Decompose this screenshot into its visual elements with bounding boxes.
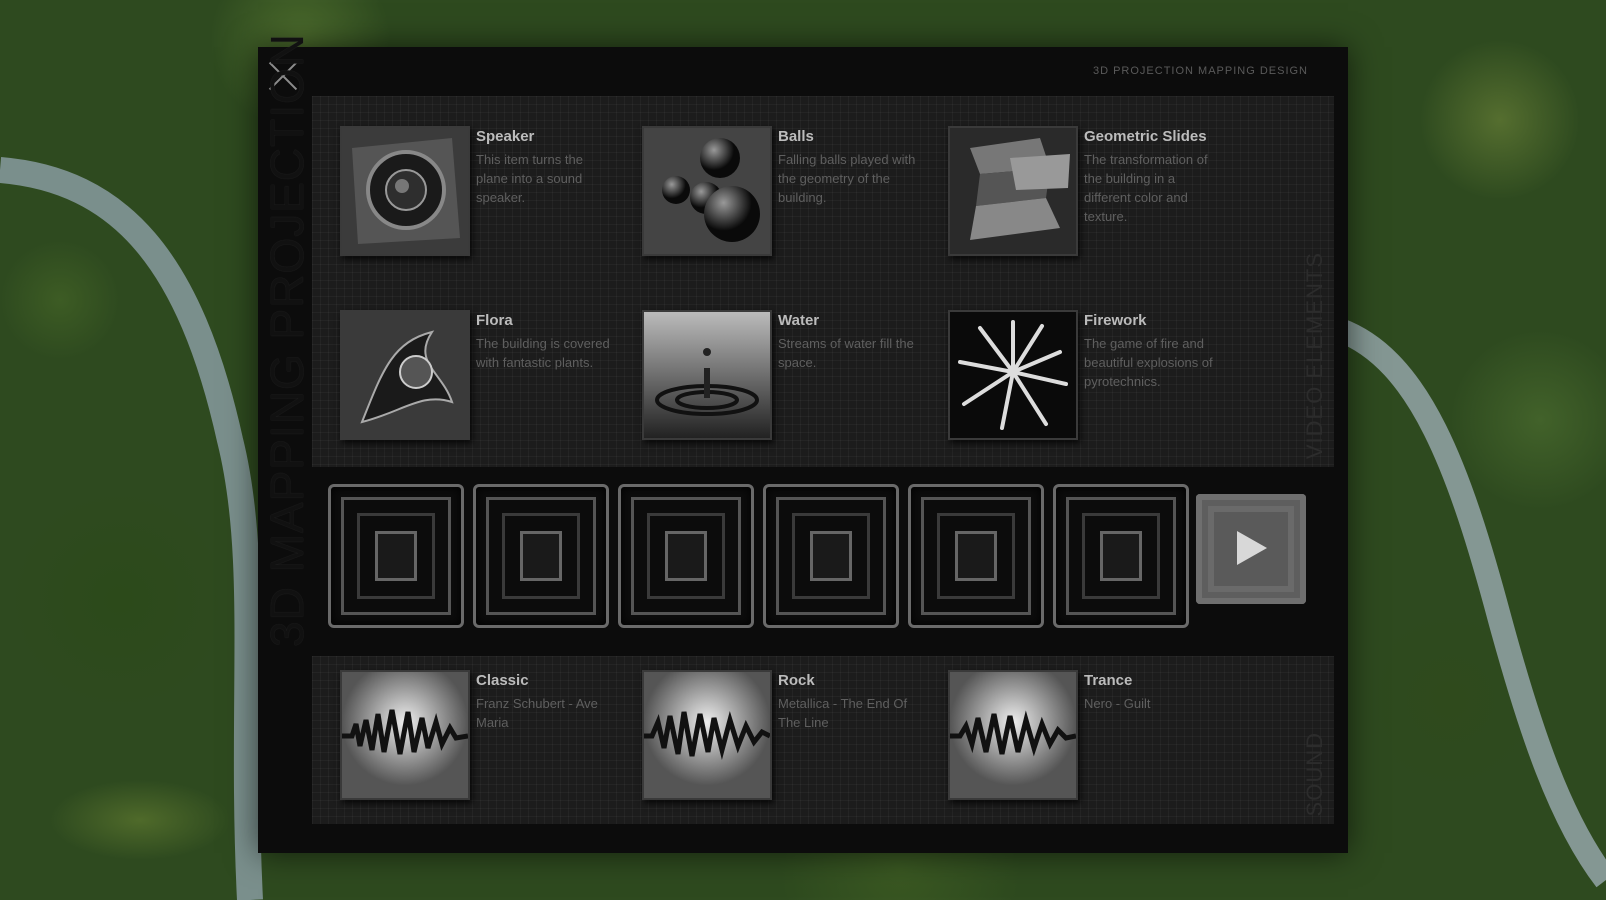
item-desc: Nero - Guilt	[1084, 696, 1151, 711]
timeline-slot[interactable]	[618, 484, 754, 628]
timeline-slot[interactable]	[908, 484, 1044, 628]
item-desc: The building is covered with fantastic p…	[476, 336, 610, 370]
item-desc: Franz Schubert - Ave Maria	[476, 696, 598, 730]
item-desc: Streams of water fill the space.	[778, 336, 914, 370]
item-desc: The game of fire and beautiful explosion…	[1084, 336, 1213, 389]
item-title: Classic	[476, 672, 529, 689]
flora-icon	[340, 310, 470, 440]
geometric-slides-icon	[948, 126, 1078, 256]
sound-item-trance[interactable]: Trance Nero - Guilt	[948, 670, 1248, 810]
timeline-slot[interactable]	[473, 484, 609, 628]
sound-label: SOUND	[1302, 731, 1327, 816]
item-title: Water	[778, 312, 820, 329]
item-title: Trance	[1084, 672, 1133, 689]
item-title: Firework	[1084, 312, 1147, 329]
balls-icon	[642, 126, 772, 256]
sound-item-classic[interactable]: Classic Franz Schubert - Ave Maria	[340, 670, 640, 810]
water-drop-icon	[642, 310, 772, 440]
item-desc: Metallica - The End Of The Line	[778, 696, 908, 730]
item-title: Flora	[476, 312, 513, 329]
speaker-icon	[340, 126, 470, 256]
waveform-icon	[642, 670, 772, 800]
timeline-slot[interactable]	[763, 484, 899, 628]
item-title: Speaker	[476, 128, 535, 145]
waveform-icon	[340, 670, 470, 800]
item-title: Geometric Slides	[1084, 128, 1207, 145]
video-elements-label: VIDEO ELEMENTS	[1302, 251, 1327, 459]
video-item-geometric-slides[interactable]: Geometric Slides The transformation of t…	[948, 126, 1248, 266]
item-desc: This item turns the plane into a sound s…	[476, 152, 583, 205]
top-caption: 3D PROJECTION MAPPING DESIGN	[1092, 65, 1308, 77]
item-title: Balls	[778, 128, 814, 145]
play-icon	[1237, 531, 1267, 565]
video-item-flora[interactable]: Flora The building is covered with fanta…	[340, 310, 640, 450]
item-title: Rock	[778, 672, 815, 689]
video-item-water[interactable]: Water Streams of water fill the space.	[642, 310, 942, 450]
timeline-slot[interactable]	[1053, 484, 1189, 628]
waveform-icon	[948, 670, 1078, 800]
timeline-slots	[328, 484, 1328, 628]
sound-section: SOUND Classic Franz Schubert - Ave Maria…	[312, 656, 1334, 824]
timeline-slot[interactable]	[328, 484, 464, 628]
video-item-speaker[interactable]: Speaker This item turns the plane into a…	[340, 126, 640, 266]
video-item-balls[interactable]: Balls Falling balls played with the geom…	[642, 126, 942, 266]
app-title: 3D MAPPING PROJECTION	[261, 33, 313, 647]
item-desc: The transformation of the building in a …	[1084, 152, 1208, 224]
item-desc: Falling balls played with the geometry o…	[778, 152, 916, 205]
video-elements-section: VIDEO ELEMENTS Speaker This item turns t…	[312, 96, 1334, 467]
firework-icon	[948, 310, 1078, 440]
video-item-firework[interactable]: Firework The game of fire and beautiful …	[948, 310, 1248, 450]
mapping-panel: 3D PROJECTION MAPPING DESIGN 3D MAPPING …	[258, 33, 1348, 853]
sound-item-rock[interactable]: Rock Metallica - The End Of The Line	[642, 670, 942, 810]
play-button[interactable]	[1196, 494, 1306, 604]
